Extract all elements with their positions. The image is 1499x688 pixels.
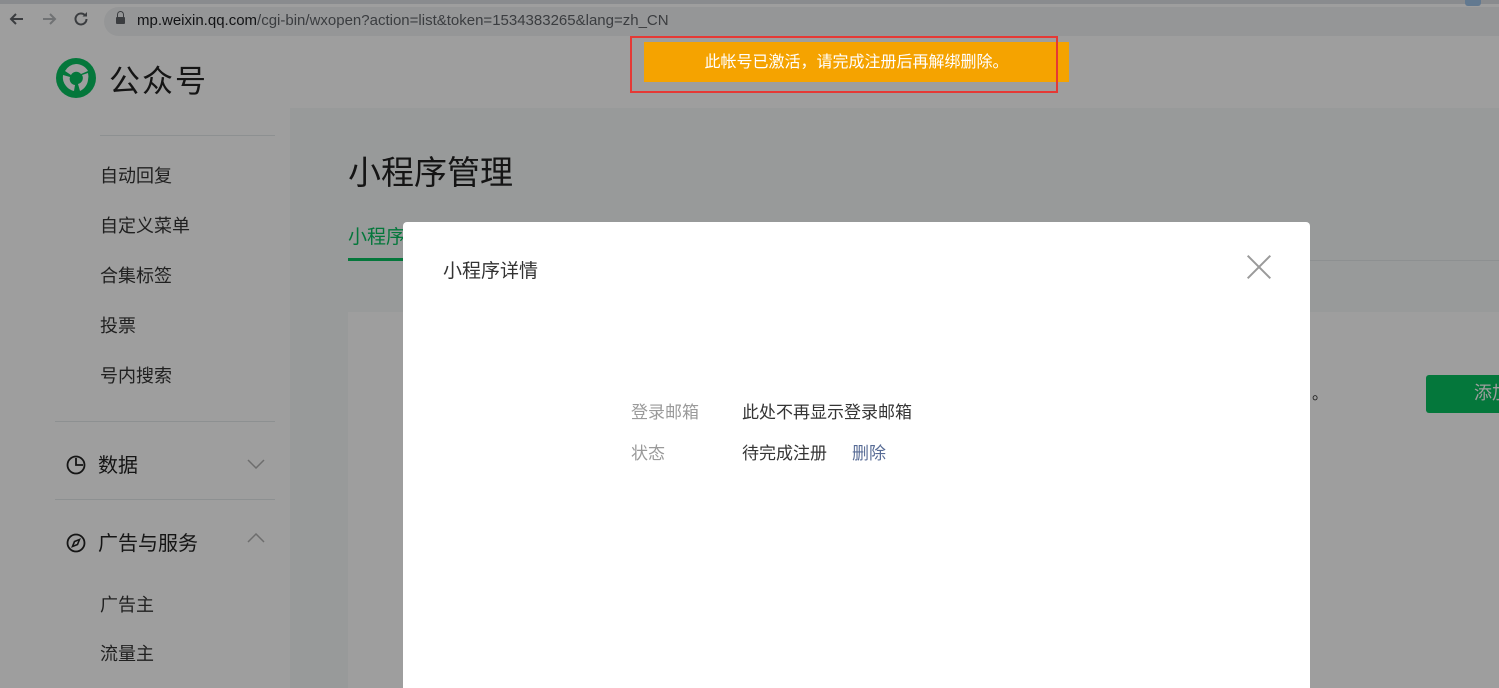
status-value: 待完成注册: [742, 444, 827, 464]
miniprogram-detail-dialog: 小程序详情 登录邮箱 此处不再显示登录邮箱 状态 待完成注册 删除: [403, 222, 1310, 688]
close-icon[interactable]: [1246, 254, 1272, 280]
dialog-title: 小程序详情: [443, 260, 539, 282]
login-email-label: 登录邮箱: [631, 403, 699, 423]
delete-link[interactable]: 删除: [852, 439, 886, 464]
status-label: 状态: [631, 444, 665, 464]
login-email-value: 此处不再显示登录邮箱: [742, 403, 912, 423]
highlight-annotation: [630, 36, 1058, 93]
